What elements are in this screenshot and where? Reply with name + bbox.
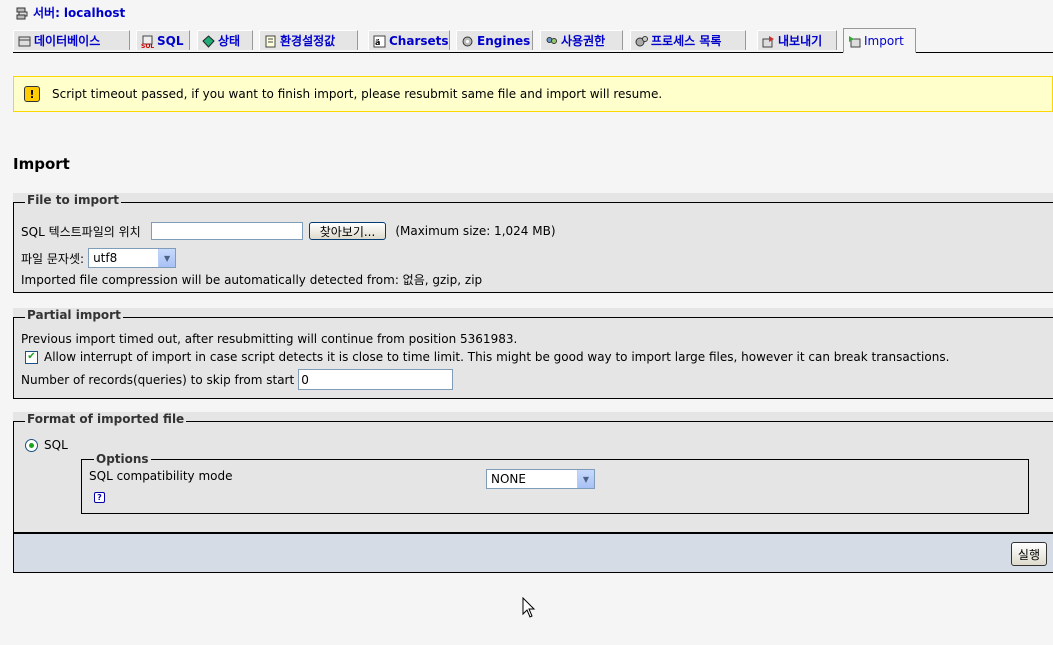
engines-icon [461, 34, 474, 48]
charsets-icon: ä [373, 34, 386, 48]
partial-import-section: Partial import Previous import timed out… [13, 308, 1053, 399]
help-icon[interactable]: ? [94, 492, 105, 503]
server-host-link[interactable]: localhost [64, 6, 125, 20]
tab-databases[interactable]: 데이터베이스 [13, 30, 130, 50]
warning-icon: ! [24, 86, 40, 102]
options-legend: Options [94, 452, 151, 466]
options-box: Options SQL compatibility mode NONE ▼ ? [81, 452, 1029, 514]
export-icon [762, 34, 775, 48]
compat-mode-select[interactable]: NONE ▼ [486, 469, 595, 489]
file-input[interactable] [150, 222, 303, 240]
max-size-text: (Maximum size: 1,024 MB) [395, 224, 556, 238]
chevron-down-icon: ▼ [577, 470, 594, 488]
import-icon [848, 34, 861, 48]
processes-icon [635, 34, 648, 48]
privileges-icon [545, 34, 558, 48]
svg-text:ä: ä [375, 38, 380, 47]
file-to-import-legend: File to import [25, 193, 122, 207]
svg-text:SQL: SQL [141, 43, 154, 48]
tab-import[interactable]: Import [843, 28, 916, 53]
tab-processes[interactable]: 프로세스 목록 [630, 30, 746, 50]
page-title: Import [13, 155, 70, 173]
tab-privileges[interactable]: 사용권한 [540, 30, 623, 50]
mouse-cursor-icon [522, 597, 536, 618]
format-section: Format of imported file SQL Options SQL … [13, 412, 1053, 533]
resume-position-text: Previous import timed out, after resubmi… [21, 332, 518, 346]
charset-select[interactable]: utf8 ▼ [88, 248, 177, 268]
skip-queries-label: Number of records(queries) to skip from … [21, 372, 295, 387]
file-to-import-section: File to import SQL 텍스트파일의 위치 찾아보기... (Ma… [13, 193, 1053, 293]
compat-mode-label: SQL compatibility mode [89, 469, 233, 483]
tab-sql[interactable]: SQL SQL [136, 30, 190, 50]
top-tabs: 데이터베이스 SQL SQL 상태 환경설정값 ä Charsets Engin… [13, 28, 1053, 53]
database-icon [18, 34, 31, 48]
skip-queries-input[interactable] [298, 369, 454, 390]
notice-text: Script timeout passed, if you want to fi… [52, 87, 663, 101]
variables-icon [264, 34, 277, 48]
charset-label: 파일 문자셋: [21, 251, 85, 266]
tab-status[interactable]: 상태 [197, 30, 253, 50]
tab-variables[interactable]: 환경설정값 [259, 30, 358, 50]
partial-import-legend: Partial import [25, 308, 123, 322]
browse-button[interactable]: 찾아보기... [308, 222, 387, 240]
sql-format-label: SQL [44, 438, 68, 452]
allow-interrupt-label: Allow interrupt of import in case script… [44, 350, 950, 364]
server-icon [16, 6, 29, 20]
submit-bar: 실행 [13, 533, 1053, 573]
tab-engines[interactable]: Engines [456, 30, 533, 50]
timeout-notice: ! Script timeout passed, if you want to … [13, 76, 1053, 112]
allow-interrupt-checkbox[interactable]: ✔ [25, 350, 38, 364]
status-icon [202, 34, 215, 48]
format-legend: Format of imported file [25, 412, 187, 426]
sql-format-radio[interactable] [25, 438, 38, 452]
server-label: 서버: [33, 6, 60, 20]
file-location-label: SQL 텍스트파일의 위치 [21, 224, 141, 239]
compression-text: Imported file compression will be automa… [21, 273, 483, 287]
server-breadcrumb: 서버: localhost [16, 4, 125, 21]
sql-icon: SQL [141, 34, 154, 48]
tab-export[interactable]: 내보내기 [757, 30, 837, 50]
submit-button[interactable]: 실행 [1010, 542, 1047, 566]
tab-charsets[interactable]: ä Charsets [368, 30, 450, 50]
chevron-down-icon: ▼ [158, 249, 176, 267]
